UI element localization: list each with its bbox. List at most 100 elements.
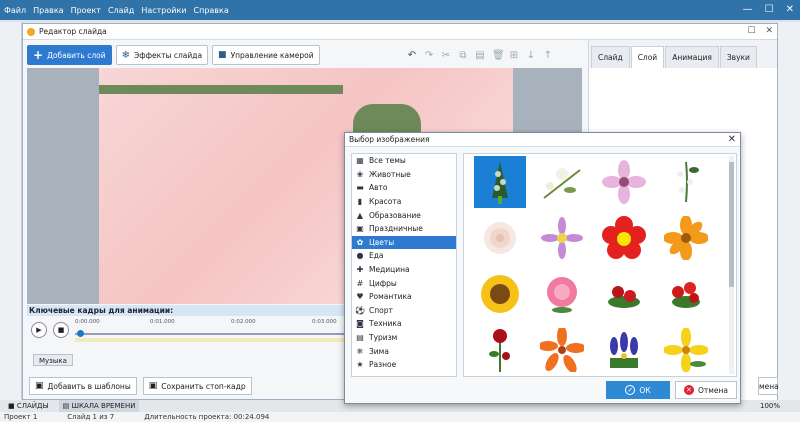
category-item[interactable]: ⚽ Спорт bbox=[352, 304, 456, 318]
cut-icon[interactable]: ✂ bbox=[441, 50, 451, 61]
ball-icon: ⚽ bbox=[355, 305, 365, 315]
category-item[interactable]: ❄ Зима bbox=[352, 344, 456, 358]
tab-sounds[interactable]: Звуки bbox=[719, 46, 757, 68]
menu-bar: Файл Правка Проект Слайд Настройки Справ… bbox=[0, 0, 800, 20]
properties-tabs: Слайд Слой Анимация Звуки bbox=[589, 40, 777, 68]
undo-icon[interactable]: ↶ bbox=[407, 50, 417, 61]
project-duration: Длительность проекта: 00:24.094 bbox=[144, 413, 270, 421]
tab-timeline[interactable]: ▤ ШКАЛА ВРЕМЕНИ bbox=[58, 400, 140, 412]
image-thumb[interactable] bbox=[660, 212, 712, 264]
editor-bottom-buttons: ▣ Добавить в шаблоны ▣ Сохранить стоп-ка… bbox=[29, 377, 252, 395]
image-thumb[interactable] bbox=[536, 324, 588, 376]
image-thumb[interactable] bbox=[536, 268, 588, 320]
playhead-handle[interactable] bbox=[77, 330, 84, 337]
paste-icon[interactable]: ▤ bbox=[475, 50, 485, 61]
scrollbar-thumb[interactable] bbox=[729, 162, 734, 287]
app-window: Файл Правка Проект Слайд Настройки Справ… bbox=[0, 0, 800, 422]
image-thumb[interactable] bbox=[598, 212, 650, 264]
ok-button[interactable]: ✓ ОК bbox=[606, 381, 670, 399]
close-icon[interactable]: ✕ bbox=[765, 26, 773, 36]
image-thumb[interactable] bbox=[598, 156, 650, 208]
category-label: Романтика bbox=[369, 292, 412, 302]
play-button[interactable]: ▶ bbox=[31, 322, 47, 338]
category-label: Авто bbox=[369, 183, 388, 193]
slide-effects-button[interactable]: ❄ Эффекты слайда bbox=[115, 45, 209, 65]
category-item-active[interactable]: ✿ Цветы bbox=[352, 235, 456, 250]
menu-project[interactable]: Проект bbox=[71, 6, 101, 15]
image-thumb[interactable] bbox=[536, 156, 588, 208]
image-thumb[interactable] bbox=[660, 156, 712, 208]
image-thumb[interactable] bbox=[660, 324, 712, 376]
redo-icon[interactable]: ↷ bbox=[424, 50, 434, 61]
category-item[interactable]: ▮ Красота bbox=[352, 195, 456, 209]
music-button[interactable]: Музыка bbox=[33, 354, 73, 366]
minimize-icon[interactable]: — bbox=[743, 4, 753, 16]
image-picker-dialog: Выбор изображения ✕ ▦ Все темы ❀ Животные … bbox=[344, 132, 741, 404]
save-frame-button[interactable]: ▣ Сохранить стоп-кадр bbox=[142, 377, 252, 395]
medical-cross-icon: ✚ bbox=[356, 265, 364, 275]
car-icon: ▬ bbox=[356, 183, 364, 193]
category-item[interactable]: ◙ Техника bbox=[352, 317, 456, 331]
maximize-icon[interactable]: ☐ bbox=[765, 4, 774, 16]
menu-settings[interactable]: Настройки bbox=[141, 6, 186, 15]
move-down-icon[interactable]: ↓ bbox=[526, 50, 536, 61]
editor-toolbar: + Добавить слой ❄ Эффекты слайда ■ Управ… bbox=[27, 44, 587, 66]
zoom-level[interactable]: 100% bbox=[760, 402, 780, 410]
image-thumb[interactable] bbox=[474, 212, 526, 264]
suitcase-icon: ▤ bbox=[356, 333, 364, 343]
align-icon[interactable]: ⊞ bbox=[509, 50, 519, 61]
delete-icon[interactable]: 🗑 bbox=[492, 50, 505, 61]
category-item[interactable]: ▣ Праздничные bbox=[352, 222, 456, 236]
close-icon[interactable]: ✕ bbox=[786, 4, 794, 16]
tab-layer[interactable]: Слой bbox=[630, 46, 665, 68]
category-label: Туризм bbox=[369, 333, 398, 343]
image-thumb[interactable] bbox=[474, 324, 526, 376]
category-label: Образование bbox=[369, 210, 421, 220]
image-thumb[interactable] bbox=[474, 268, 526, 320]
image-thumb[interactable] bbox=[536, 212, 588, 264]
category-label: Праздничные bbox=[369, 224, 423, 234]
stop-button[interactable]: ■ bbox=[53, 322, 69, 338]
menu-help[interactable]: Справка bbox=[194, 6, 229, 15]
green-bar-layer[interactable] bbox=[99, 85, 343, 94]
orange-flower-thumbnail bbox=[664, 216, 708, 260]
menu-edit[interactable]: Правка bbox=[33, 6, 63, 15]
tab-slide[interactable]: Слайд bbox=[591, 46, 630, 68]
tab-slides[interactable]: ■ СЛАЙДЫ bbox=[4, 400, 53, 412]
category-item[interactable]: ❀ Животные bbox=[352, 168, 456, 182]
category-item[interactable]: ✚ Медицина bbox=[352, 263, 456, 277]
tab-animation[interactable]: Анимация bbox=[665, 46, 719, 68]
category-item[interactable]: ▦ Все темы bbox=[352, 154, 456, 168]
close-icon[interactable]: ✕ bbox=[728, 134, 736, 145]
image-thumb-selected[interactable] bbox=[474, 156, 526, 208]
image-thumb[interactable] bbox=[660, 268, 712, 320]
menu-file[interactable]: Файл bbox=[4, 6, 26, 15]
image-thumb[interactable] bbox=[598, 268, 650, 320]
category-item[interactable]: ▤ Туризм bbox=[352, 331, 456, 345]
menu-slide[interactable]: Слайд bbox=[108, 6, 134, 15]
category-item[interactable]: ♥ Романтика bbox=[352, 290, 456, 304]
timeline-tick: 0:00.000 bbox=[75, 319, 100, 325]
video-camera-icon: ■ bbox=[218, 50, 227, 60]
category-item[interactable]: # Цифры bbox=[352, 276, 456, 290]
copy-icon[interactable]: ⧉ bbox=[458, 50, 468, 61]
category-item[interactable]: ▬ Авто bbox=[352, 181, 456, 195]
image-grid-scrollbar[interactable] bbox=[729, 156, 734, 374]
category-item[interactable]: ▲ Образование bbox=[352, 208, 456, 222]
playback-controls: ▶ ■ bbox=[31, 322, 69, 338]
camera-control-button[interactable]: ■ Управление камерой bbox=[212, 45, 320, 65]
move-up-icon[interactable]: ↑ bbox=[543, 50, 553, 61]
maximize-icon[interactable]: ☐ bbox=[747, 26, 755, 36]
add-layer-button[interactable]: + Добавить слой bbox=[27, 45, 112, 65]
timeline-tick: 0:03.000 bbox=[312, 319, 337, 325]
image-thumb[interactable] bbox=[598, 324, 650, 376]
category-label: Медицина bbox=[369, 265, 410, 275]
category-item[interactable]: ★ Разное bbox=[352, 358, 456, 372]
add-to-templates-button[interactable]: ▣ Добавить в шаблоны bbox=[29, 377, 137, 395]
category-label: Спорт bbox=[369, 305, 393, 315]
cancel-button[interactable]: ✕ Отмена bbox=[675, 381, 737, 399]
editor-cancel-button[interactable]: мена bbox=[758, 377, 779, 395]
play-icon: ▶ bbox=[36, 326, 42, 334]
category-item[interactable]: ● Еда bbox=[352, 249, 456, 263]
ok-label: ОК bbox=[639, 385, 651, 395]
